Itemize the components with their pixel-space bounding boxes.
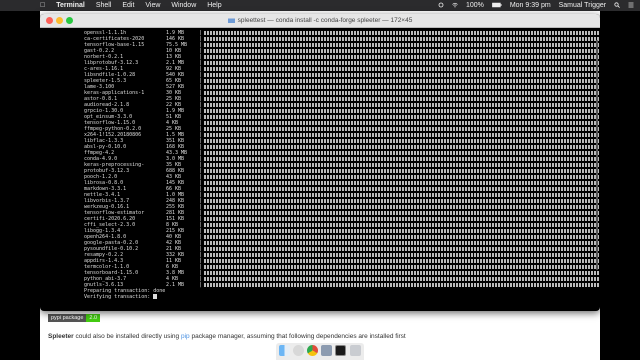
download-progress-bar: [204, 139, 600, 143]
terminal-cursor: [153, 294, 158, 299]
install-description: Spleeter could also be installed directl…: [48, 333, 406, 340]
download-progress-bar: [204, 247, 600, 251]
folder-icon: [227, 18, 235, 23]
terminal-title-text: spleettest — conda install -c conda-forg…: [237, 17, 413, 24]
badge-version: 2.0: [86, 314, 101, 322]
download-progress-bar: [204, 151, 600, 155]
status-text: Verifying transaction:: [84, 294, 158, 300]
menu-edit[interactable]: Edit: [122, 2, 134, 9]
wifi-icon[interactable]: [452, 2, 458, 9]
download-progress-bar: [204, 193, 600, 197]
download-progress-bar: [204, 73, 600, 77]
download-progress-bar: [204, 163, 600, 167]
download-progress-bar: [204, 235, 600, 239]
app-icon[interactable]: [321, 345, 332, 356]
download-progress-bar: [204, 145, 600, 149]
download-progress-bar: [204, 283, 600, 287]
download-progress-bar: [204, 259, 600, 263]
terminal-scrollbar[interactable]: [596, 40, 598, 270]
download-progress-bar: [204, 91, 600, 95]
desc-text: package manager, assuming that following…: [189, 333, 406, 340]
download-progress-bar: [204, 271, 600, 275]
safari-icon[interactable]: [293, 345, 304, 356]
pypi-badge[interactable]: pypi package 2.0: [48, 314, 101, 322]
desc-text: could also be installed directly using: [73, 333, 181, 340]
download-progress-bar: [204, 55, 600, 59]
chrome-icon[interactable]: [307, 345, 318, 356]
finder-icon[interactable]: [279, 345, 290, 356]
download-progress-bar: [204, 169, 600, 173]
dock: [276, 343, 364, 360]
download-progress-bar: [204, 187, 600, 191]
download-progress-bar: [204, 277, 600, 281]
download-progress-bar: [204, 133, 600, 137]
download-progress-bar: [204, 67, 600, 71]
download-progress-bar: [204, 265, 600, 269]
download-progress-bar: [204, 253, 600, 257]
terminal-titlebar[interactable]: spleettest — conda install -c conda-forg…: [40, 14, 600, 28]
pip-link[interactable]: pip: [181, 333, 190, 340]
download-progress-bar: [204, 103, 600, 107]
search-icon[interactable]: [614, 2, 620, 9]
download-progress-bar: [204, 85, 600, 89]
terminal-output[interactable]: openssl-1.1.1h1.9 MB||100%ca-certificate…: [40, 28, 600, 311]
download-progress-bar: [204, 199, 600, 203]
download-progress-bar: [204, 43, 600, 47]
desc-strong: Spleeter: [48, 333, 74, 340]
menu-app-terminal[interactable]: Terminal: [56, 2, 85, 9]
download-progress-bar: [204, 109, 600, 113]
download-progress-bar: [204, 181, 600, 185]
download-progress-bar: [204, 79, 600, 83]
download-progress-bar: [204, 49, 600, 53]
download-progress-bar: [204, 97, 600, 101]
list-icon[interactable]: [628, 2, 634, 9]
download-progress-bar: [204, 217, 600, 221]
download-progress-bar: [204, 61, 600, 65]
badge-label: pypi package: [48, 314, 87, 322]
download-progress-bar: [204, 121, 600, 125]
apple-menu-icon[interactable]: : [40, 2, 45, 9]
clock[interactable]: Mon 9:39 pm: [510, 2, 551, 9]
control-center-icon[interactable]: [438, 2, 444, 9]
menu-help[interactable]: Help: [207, 2, 221, 9]
menu-bar:  Terminal Shell Edit View Window Help 1…: [0, 0, 640, 11]
download-progress-bar: [204, 229, 600, 233]
menu-shell[interactable]: Shell: [96, 2, 112, 9]
download-progress-bar: [204, 157, 600, 161]
download-progress-bar: [204, 211, 600, 215]
download-progress-bar: [204, 223, 600, 227]
download-progress-bar: [204, 205, 600, 209]
terminal-status-line: Verifying transaction:: [40, 294, 592, 300]
download-progress-bar: [204, 175, 600, 179]
menu-view[interactable]: View: [145, 2, 160, 9]
battery-percent[interactable]: 100%: [466, 2, 484, 9]
menu-window[interactable]: Window: [171, 2, 196, 9]
download-progress-bar: [204, 127, 600, 131]
terminal-window[interactable]: spleettest — conda install -c conda-forg…: [40, 14, 600, 311]
trash-icon[interactable]: [350, 345, 361, 356]
terminal-title: spleettest — conda install -c conda-forg…: [40, 14, 600, 27]
download-progress-bar: [204, 31, 600, 35]
download-progress-bar: [204, 115, 600, 119]
download-progress-bar: [204, 241, 600, 245]
terminal-icon[interactable]: [335, 345, 346, 356]
download-progress-bar: [204, 37, 600, 41]
status-text-value: Verifying transaction:: [84, 294, 151, 300]
user-name[interactable]: Samual Trigger: [559, 2, 606, 9]
battery-icon[interactable]: [492, 2, 502, 9]
